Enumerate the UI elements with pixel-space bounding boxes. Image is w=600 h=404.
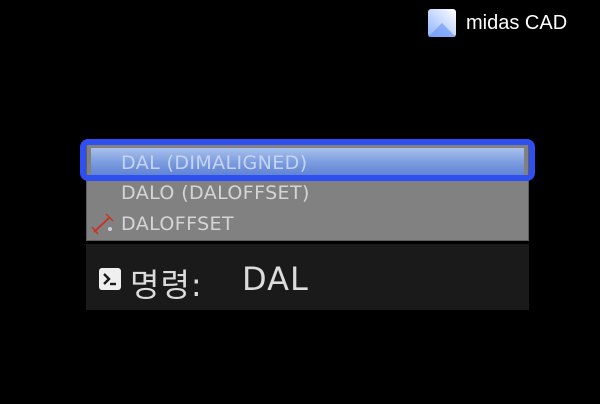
aligned-dimension-icon	[91, 213, 114, 235]
brand-name: midas CAD	[466, 11, 568, 34]
autocomplete-item-dal[interactable]: DAL (DIMALIGNED)	[91, 148, 524, 178]
autocomplete-item-label: DALOFFSET	[121, 213, 234, 235]
command-line[interactable]: 명령: DAL	[86, 244, 529, 310]
command-input[interactable]: DAL	[242, 260, 309, 298]
autocomplete-list: DAL (DIMALIGNED) DALO (DALOFFSET) DALOFF…	[86, 144, 529, 241]
brand-header: midas CAD	[428, 8, 592, 38]
midas-logo-icon	[428, 9, 456, 37]
autocomplete-item-label: DAL (DIMALIGNED)	[121, 152, 308, 174]
autocomplete-item-label: DALO (DALOFFSET)	[121, 182, 310, 204]
command-prompt-icon	[99, 268, 121, 290]
command-label: 명령:	[130, 266, 203, 304]
autocomplete-item-dalo[interactable]: DALO (DALOFFSET)	[91, 178, 524, 208]
autocomplete-item-daloffset[interactable]: DALOFFSET	[91, 209, 524, 239]
